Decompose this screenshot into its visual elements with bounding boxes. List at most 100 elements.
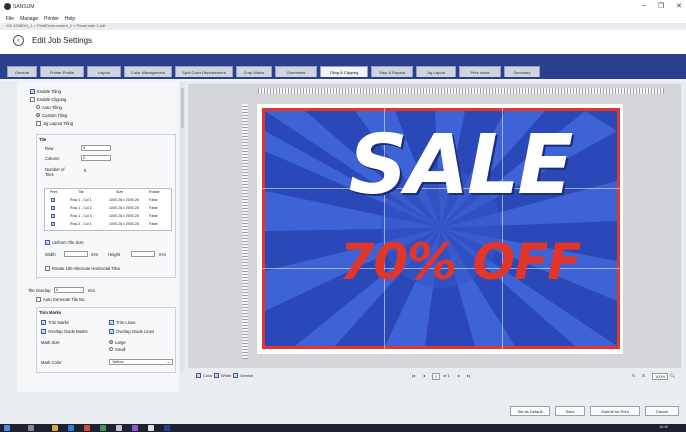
varnish-layer-checkbox[interactable]: ✓ [233,373,238,378]
prev-page-icon[interactable]: ◂ [423,373,425,378]
width-field[interactable] [64,251,88,257]
width-unit: mm [91,252,98,257]
folder-icon[interactable] [52,425,58,431]
tile-overlap-stepper[interactable]: 0 [54,287,84,293]
tab-general[interactable]: General [7,66,37,77]
table-cell-rotate: False [149,206,158,210]
tab-summary[interactable]: Summary [504,66,540,77]
last-page-icon[interactable]: ▸| [467,373,470,378]
number-of-tiles-value: 6 [84,168,87,173]
table-cell-rotate: False [149,214,158,218]
height-unit: mm [159,252,166,257]
trim-lines-checkbox[interactable]: ✓ [109,320,114,325]
menu-bar: File Manage Printer Help [0,14,686,23]
table-cell-size: 1000.28 x 2000.28 [109,198,139,202]
app-icon[interactable] [100,425,106,431]
custom-tiling-radio[interactable] [36,113,40,117]
set-as-default-button[interactable]: Set as Default [510,406,550,416]
trim-marks-checkbox[interactable]: ✓ [41,320,46,325]
refresh-icon[interactable]: ↻ [632,373,635,378]
rotate-alternate-checkbox[interactable] [45,266,50,271]
scrollbar-thumb[interactable] [181,88,184,128]
enable-clipping-checkbox[interactable] [30,97,35,102]
tab-tiling-clipping[interactable]: Tiling & Clipping [320,66,368,77]
mail-icon[interactable] [68,425,74,431]
uniform-tile-size-label: Uniform Tile Size [52,240,84,245]
submit-for-print-button[interactable]: Submit for Print [590,406,640,416]
width-label: Width [45,252,56,257]
app-icon[interactable] [84,425,90,431]
mark-size-large-radio[interactable] [109,340,113,344]
maximize-icon[interactable]: ❐ [658,2,664,10]
tab-color-management[interactable]: Color Management [124,66,172,77]
tile-print-checkbox[interactable]: ✓ [51,198,55,202]
page-header: ‹ Edit Job Settings [0,30,686,54]
tile-print-checkbox[interactable]: ✓ [51,206,55,210]
tab-step-repeat[interactable]: Step & Repeat [371,66,413,77]
app-icon[interactable] [164,425,170,431]
app-icon[interactable] [148,425,154,431]
fit-page-icon[interactable]: ⊡ [642,373,645,378]
tab-crop-marks[interactable]: Crop Marks [236,66,272,77]
rotate-alternate-label: Rotate 180 Alternate Horizontal Tiles [52,266,120,271]
tab-layout[interactable]: Layout [87,66,121,77]
tile-print-checkbox[interactable]: ✓ [51,222,55,226]
start-icon[interactable] [4,425,10,431]
table-cell-rotate: False [149,198,158,202]
next-page-icon[interactable]: ▸ [458,373,460,378]
save-button[interactable]: Save [555,406,585,416]
uniform-tile-size-checkbox[interactable]: ✓ [45,240,50,245]
first-page-icon[interactable]: |◂ [412,373,415,378]
tab-spot-color-replacement[interactable]: Spot Color Replacement [175,66,233,77]
jig-layout-tiling-label: Jig Layout Tiling [43,121,74,126]
page-number-field[interactable]: 1 [432,373,441,380]
auto-tiling-radio[interactable] [36,105,40,109]
auto-generate-tile-checkbox[interactable] [36,297,41,302]
trim-lines-label: Trim Lines [116,320,136,325]
mark-color-select[interactable]: Yellow ⌄ [109,359,173,365]
tab-jig-layout[interactable]: Jig Layout [416,66,456,77]
overlap-guide-marks-checkbox[interactable]: ✓ [41,329,46,334]
table-row[interactable]: Row 1 - Col 2 [70,206,92,210]
minimize-icon[interactable]: – [642,2,646,10]
height-label: Height [108,252,121,257]
trim-marks-label: Trim Marks [48,320,69,325]
enable-tiling-checkbox[interactable]: ✓ [30,89,35,94]
mark-size-small-radio[interactable] [109,347,113,351]
table-row[interactable]: Row 2 - Col 1 [70,222,92,226]
menu-file[interactable]: File [6,16,14,22]
table-row[interactable]: Row 1 - Col 1 [70,198,92,202]
varnish-layer-label: Varnish [240,373,254,378]
menu-printer[interactable]: Printer [44,16,59,22]
tab-printer-profile[interactable]: Printer Profile [40,66,84,77]
search-icon[interactable] [28,425,34,431]
overlap-guide-lines-checkbox[interactable]: ✓ [109,329,114,334]
white-layer-checkbox[interactable]: ✓ [214,373,219,378]
close-icon[interactable]: ✕ [676,2,682,10]
tab-print-notes[interactable]: Print notes [459,66,501,77]
table-cell-size: 1000.28 x 2000.28 [109,206,139,210]
tile-print-checkbox[interactable]: ✓ [51,214,55,218]
tab-grommets[interactable]: Grommets [275,66,317,77]
auto-generate-tile-label: Auto Generate Tile No. [43,297,86,302]
chevron-down-icon: ⌄ [166,359,170,364]
zoom-icon[interactable]: 🔍︎ [670,373,675,378]
table-row[interactable]: Row 1 - Col 3 [70,214,92,218]
settings-scrollbar[interactable] [180,82,185,372]
jig-layout-tiling-checkbox[interactable] [36,121,41,126]
zoom-select[interactable]: 100% [652,373,669,380]
app-icon[interactable] [132,425,138,431]
height-field[interactable] [131,251,155,257]
color-layer-checkbox[interactable]: ✓ [196,373,201,378]
column-stepper[interactable]: 2 [81,155,111,161]
overlap-guide-marks-label: Overlap Guide Marks [48,329,88,334]
menu-help[interactable]: Help [65,16,75,22]
app-icon[interactable] [116,425,122,431]
white-layer-label: White [221,373,232,378]
row-stepper[interactable]: 3 [81,145,111,151]
menu-manage[interactable]: Manage [20,16,38,22]
back-button[interactable]: ‹ [13,35,24,46]
tile-overlap-label: Tile Overlap [28,288,51,293]
mark-size-large-label: Large [115,340,126,345]
cancel-button[interactable]: Cancel [645,406,679,416]
